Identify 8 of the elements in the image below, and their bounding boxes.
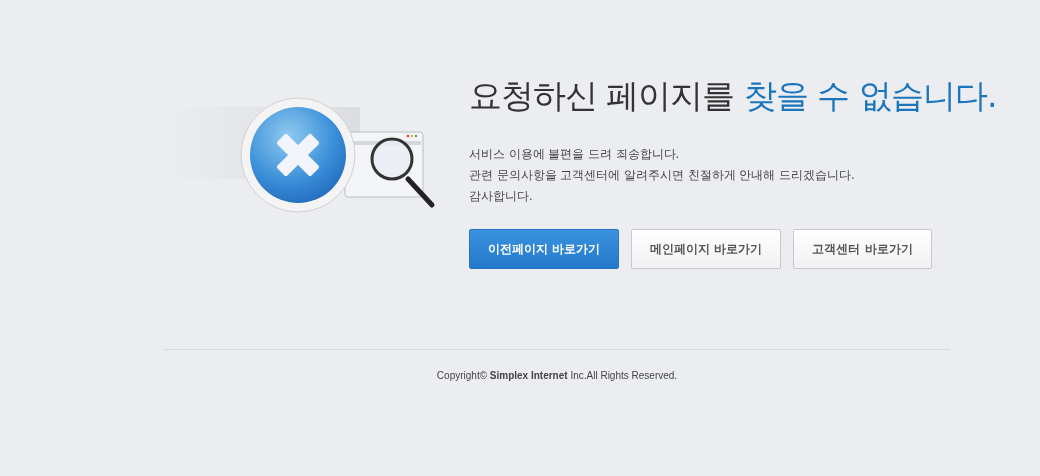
navigation-button[interactable]: 메인페이지 바로가기 <box>631 229 782 269</box>
message-text: 서비스 이용에 불편을 드려 죄송합니다. <box>469 146 681 163</box>
navigation-button[interactable]: 이전페이지 바로가기 <box>469 229 620 269</box>
message-text: 감사합니다. <box>469 188 534 205</box>
message-text: 관련 문의사항을 고객센터에 알려주시면 친절하게 안내해 드리겠습니다. <box>469 167 856 184</box>
page-heading: 요청하신 페이지를 찾을 수 없습니다. <box>469 75 997 117</box>
copyright-text: Copyright© Simplex Internet Inc.All Rights Reserved. <box>436 369 678 383</box>
navigation-button[interactable]: 고객센터 바로가기 <box>793 229 932 269</box>
